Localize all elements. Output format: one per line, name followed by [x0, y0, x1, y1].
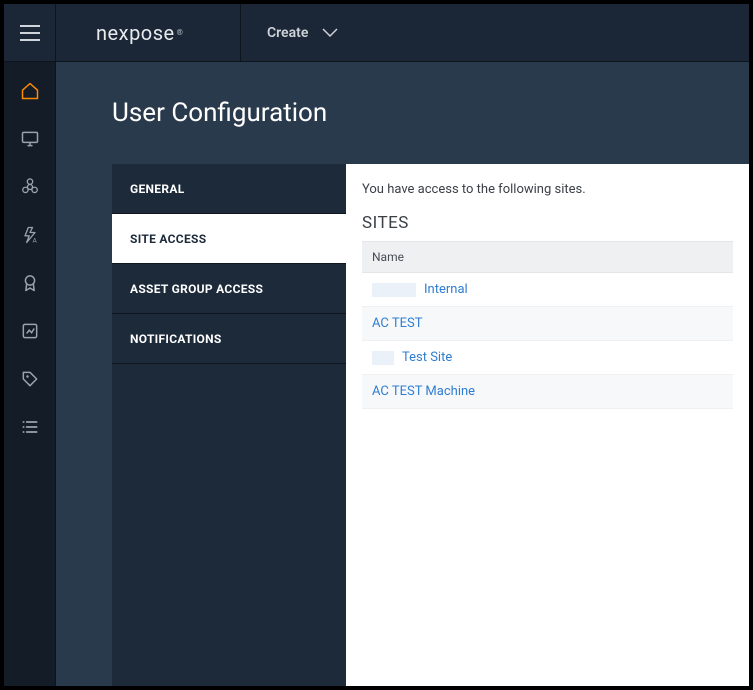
site-link[interactable]: Internal [424, 282, 468, 297]
tab-label: GENERAL [130, 182, 185, 196]
tag-icon [20, 369, 40, 389]
site-link[interactable]: AC TEST Machine [372, 384, 475, 399]
hamburger-icon[interactable] [20, 25, 40, 41]
automation-icon: A [20, 225, 40, 245]
rail-list[interactable] [19, 416, 41, 438]
config-tabs: GENERAL SITE ACCESS ASSET GROUP ACCESS N… [112, 164, 346, 686]
icon-rail: A [4, 62, 56, 686]
page-title: User Configuration [112, 98, 749, 128]
tab-label: ASSET GROUP ACCESS [130, 282, 263, 296]
create-menu[interactable]: Create [241, 4, 364, 62]
site-link[interactable]: AC TEST [372, 316, 422, 331]
rail-policies[interactable] [19, 272, 41, 294]
tab-label: SITE ACCESS [130, 232, 206, 246]
redacted-prefix [372, 351, 394, 365]
tab-notifications[interactable]: NOTIFICATIONS [112, 314, 346, 364]
biohazard-icon [20, 177, 40, 197]
site-row[interactable]: AC TEST [362, 307, 733, 341]
svg-text:A: A [32, 237, 37, 245]
trademark-symbol: ® [177, 28, 184, 37]
rail-vulnerabilities[interactable] [19, 176, 41, 198]
home-icon [20, 81, 40, 101]
site-row[interactable]: Internal [362, 273, 733, 307]
sites-column-header: Name [362, 241, 733, 273]
badge-icon [20, 273, 40, 293]
brand-text: nexpose [96, 21, 175, 45]
sites-heading: SITES [362, 213, 733, 233]
rail-tags[interactable] [19, 368, 41, 390]
tab-label: NOTIFICATIONS [130, 332, 222, 346]
redacted-prefix [372, 283, 416, 297]
rail-reports[interactable] [19, 320, 41, 342]
report-icon [20, 321, 40, 341]
access-intro: You have access to the following sites. [362, 182, 733, 197]
monitor-icon [20, 129, 40, 149]
top-bar: nexpose® Create [4, 4, 749, 62]
tab-site-access[interactable]: SITE ACCESS [112, 214, 346, 264]
tab-general[interactable]: GENERAL [112, 164, 346, 214]
config-content: You have access to the following sites. … [346, 164, 749, 686]
tab-asset-group-access[interactable]: ASSET GROUP ACCESS [112, 264, 346, 314]
rail-automation[interactable]: A [19, 224, 41, 246]
rail-assets[interactable] [19, 128, 41, 150]
sites-table: Name Internal AC TEST Test Site AC TEST Mac… [362, 241, 733, 409]
site-link[interactable]: Test Site [402, 350, 452, 365]
list-icon [20, 417, 40, 437]
chevron-down-icon [322, 28, 338, 38]
site-row[interactable]: AC TEST Machine [362, 375, 733, 409]
create-label: Create [267, 25, 308, 41]
main-area: User Configuration GENERAL SITE ACCESS A… [56, 62, 749, 686]
rail-home[interactable] [19, 80, 41, 102]
hamburger-cell [4, 4, 56, 62]
brand-logo[interactable]: nexpose® [56, 4, 241, 62]
site-row[interactable]: Test Site [362, 341, 733, 375]
